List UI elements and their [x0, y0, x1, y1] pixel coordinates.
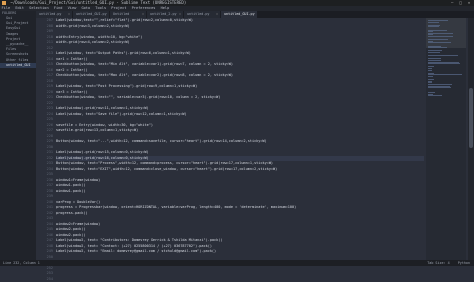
tab-close-icon[interactable]: × [216, 11, 218, 18]
minimap[interactable] [426, 18, 466, 260]
minimap-line [428, 76, 433, 77]
vertical-scrollbar[interactable] [468, 18, 474, 260]
tab-size-indicator[interactable]: Tab Size: 4 [427, 261, 449, 265]
minimap-line [428, 63, 460, 64]
minimap-line [428, 55, 458, 56]
code-editor[interactable]: Label(window,text="",relief="flat").grid… [56, 18, 424, 260]
editor-tab[interactable]: untitled_GUI.py× [221, 11, 257, 18]
sidebar-item[interactable]: untitled_GUI [0, 63, 36, 68]
tab-label: untitled.py [187, 12, 209, 16]
sidebar-file-list: GuiGui_ProjectEasyGuiImagesProject__pyca… [0, 16, 36, 68]
minimap-line [428, 52, 440, 53]
tab-close-icon[interactable]: × [142, 11, 144, 18]
cursor-position: Line 232, Column 1 [3, 260, 40, 266]
minimap-line [428, 26, 439, 27]
editor-tab[interactable]: untitled_GUI.py× [73, 11, 109, 18]
sidebar: FOLDERS GuiGui_ProjectEasyGuiImagesProje… [0, 11, 36, 260]
editor-tab[interactable]: untitled.py × [184, 11, 220, 18]
minimap-line [428, 36, 453, 37]
line-number: 254 [36, 277, 56, 282]
tab-label: untitled_2.py [150, 12, 177, 16]
tab-close-icon[interactable]: × [68, 11, 70, 18]
line-number-gutter: 2072082092102112122132142152162172182192… [36, 18, 56, 260]
tab-bar: untitled.py×untitled_GUI.py×Untitled×unt… [36, 11, 474, 18]
tab-label: untitled_GUI.py [224, 12, 255, 16]
minimap-line [428, 47, 447, 48]
minimap-line [428, 42, 451, 43]
scrollbar-thumb[interactable] [469, 88, 473, 148]
tab-label: untitled_GUI.py [76, 12, 107, 16]
editor-tab[interactable]: Untitled × [110, 11, 146, 18]
tab-label: Untitled [113, 12, 129, 16]
editor-tab[interactable]: untitled_2.py× [147, 11, 183, 18]
minimap-line [428, 22, 439, 23]
status-bar: Line 232, Column 1 Tab Size: 4 Python [0, 260, 474, 266]
tab-label: untitled.py [39, 12, 61, 16]
minimap-line [428, 87, 451, 88]
tab-close-icon[interactable]: × [179, 11, 181, 18]
sublime-text-icon [2, 1, 6, 5]
syntax-indicator[interactable]: Python [458, 261, 470, 265]
editor-tab[interactable]: untitled.py × [36, 11, 72, 18]
status-right: Tab Size: 4 Python [421, 260, 470, 266]
minimap-line [428, 95, 442, 96]
minimap-line [428, 70, 432, 71]
minimap-line [428, 74, 462, 75]
